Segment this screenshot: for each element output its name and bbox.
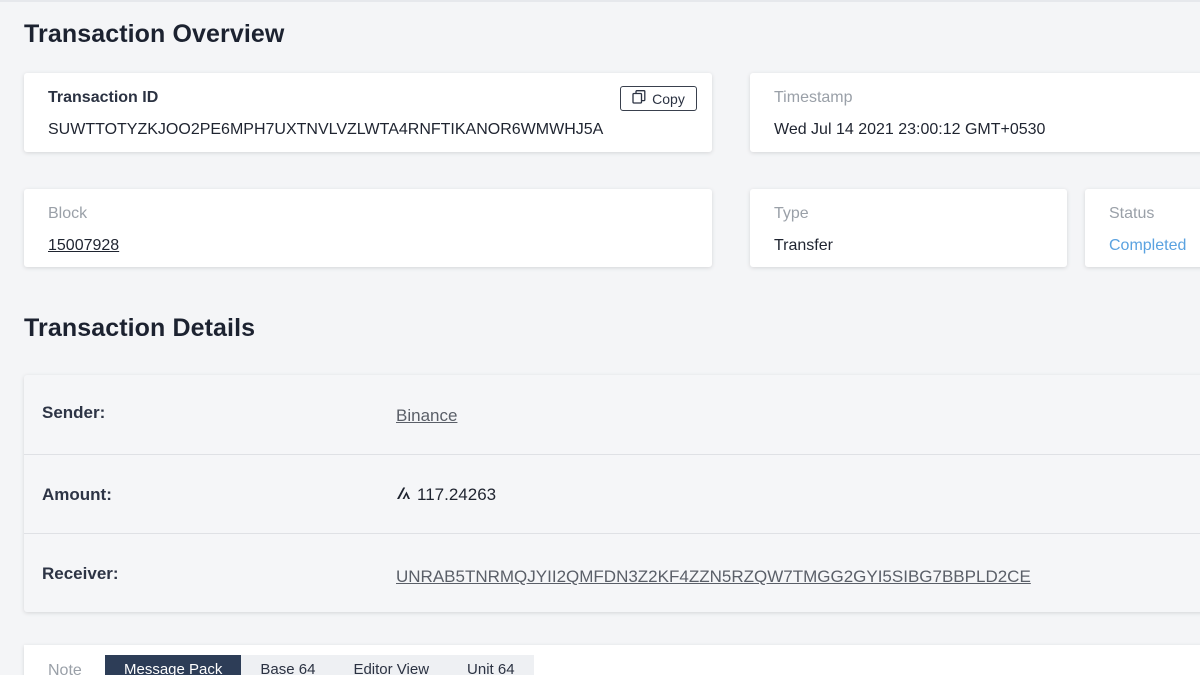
transaction-details-table: Sender: Binance Amount: 117.24263 Receiv… bbox=[24, 375, 1200, 612]
status-card: Status Completed bbox=[1085, 189, 1200, 267]
tab-message-pack[interactable]: Message Pack bbox=[105, 655, 242, 675]
amount-key: Amount: bbox=[42, 485, 112, 504]
copy-icon bbox=[632, 90, 646, 107]
note-card: Note Message Pack Base 64 Editor View Un… bbox=[24, 645, 1200, 675]
status-label: Status bbox=[1109, 205, 1155, 222]
timestamp-value: Wed Jul 14 2021 23:00:12 GMT+0530 bbox=[774, 121, 1046, 138]
block-label: Block bbox=[48, 205, 88, 222]
block-link[interactable]: 15007928 bbox=[48, 237, 119, 255]
page: Transaction Overview Transaction ID Copy… bbox=[0, 0, 1200, 675]
sender-row: Sender: Binance bbox=[24, 375, 1200, 454]
details-title: Transaction Details bbox=[24, 314, 256, 342]
receiver-row: Receiver: UNRAB5TNRMQJYII2QMFDN3Z2KF4ZZN… bbox=[24, 533, 1200, 612]
amount-row: Amount: 117.24263 bbox=[24, 454, 1200, 533]
sender-key: Sender: bbox=[42, 403, 106, 422]
transaction-id-label: Transaction ID bbox=[48, 89, 159, 106]
status-value: Completed bbox=[1109, 237, 1187, 254]
amount-value-wrap: 117.24263 bbox=[396, 485, 496, 505]
receiver-key: Receiver: bbox=[42, 564, 119, 583]
receiver-link[interactable]: UNRAB5TNRMQJYII2QMFDN3Z2KF4ZZN5RZQW7TMGG… bbox=[396, 567, 1031, 587]
copy-button-label: Copy bbox=[652, 90, 685, 107]
sender-link[interactable]: Binance bbox=[396, 406, 457, 426]
top-divider bbox=[0, 0, 1200, 2]
tab-editor-view[interactable]: Editor View bbox=[334, 655, 448, 675]
tab-unit-64[interactable]: Unit 64 bbox=[448, 655, 534, 675]
timestamp-card: Timestamp Wed Jul 14 2021 23:00:12 GMT+0… bbox=[750, 73, 1200, 152]
copy-button[interactable]: Copy bbox=[620, 86, 697, 111]
type-label: Type bbox=[774, 205, 809, 222]
type-value: Transfer bbox=[774, 237, 833, 254]
note-tabs: Message Pack Base 64 Editor View Unit 64 bbox=[105, 655, 534, 675]
tab-base-64[interactable]: Base 64 bbox=[241, 655, 334, 675]
note-label: Note bbox=[48, 662, 82, 675]
type-card: Type Transfer bbox=[750, 189, 1067, 267]
timestamp-label: Timestamp bbox=[774, 89, 853, 106]
overview-title: Transaction Overview bbox=[24, 20, 285, 48]
algo-icon bbox=[396, 485, 411, 505]
block-card: Block 15007928 bbox=[24, 189, 712, 267]
transaction-id-card: Transaction ID Copy SUWTTOTYZKJOO2PE6MPH… bbox=[24, 73, 712, 152]
amount-value: 117.24263 bbox=[417, 485, 497, 504]
transaction-id-value: SUWTTOTYZKJOO2PE6MPH7UXTNVLVZLWTA4RNFTIK… bbox=[48, 121, 604, 138]
